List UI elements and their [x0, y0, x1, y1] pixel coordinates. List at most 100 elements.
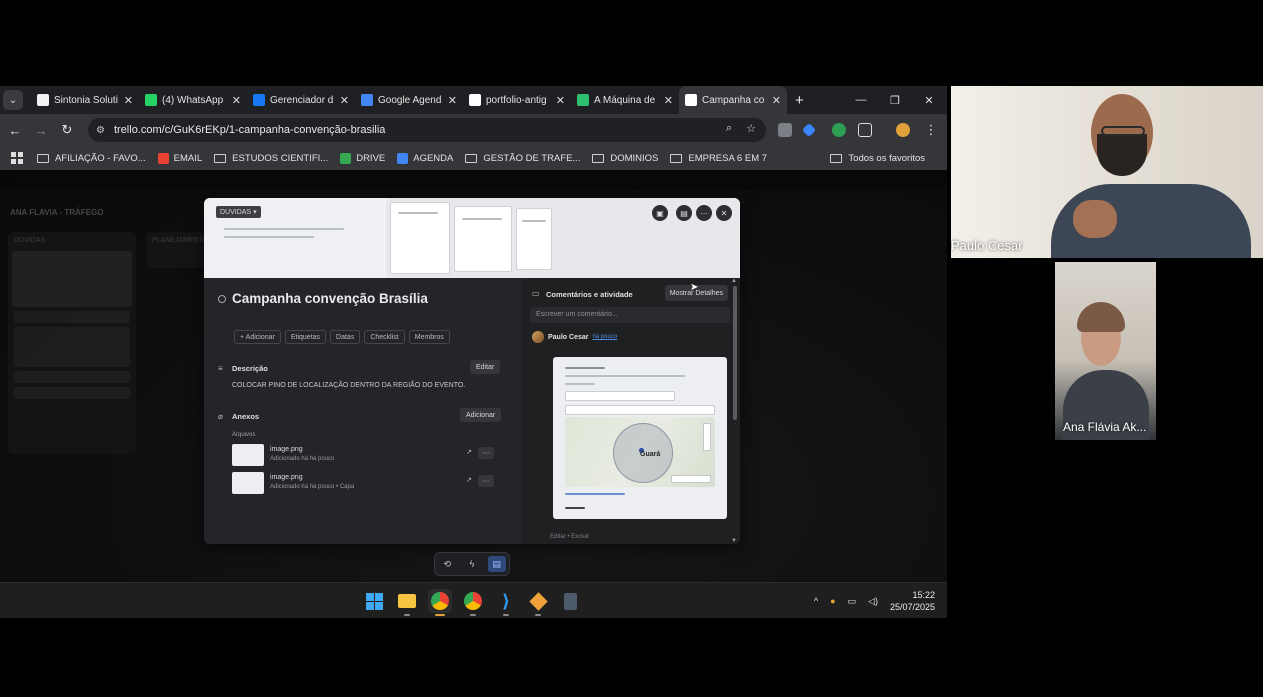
map-add-button[interactable]	[671, 475, 711, 483]
comment-input[interactable]: Escrever um comentário...	[530, 307, 730, 323]
bookmark-label: AFILIAÇÃO - FAVO...	[55, 152, 146, 164]
address-bar[interactable]: ⚙ trello.com/c/GuK6rEKp/1-campanha-conve…	[88, 118, 766, 142]
add-attachment-button[interactable]: Adicionar	[460, 408, 502, 422]
bookmark-item[interactable]: ESTUDOS CIENTIFI...	[214, 153, 328, 164]
bookmark-item[interactable]: GESTÃO DE TRAFE...	[465, 153, 580, 164]
git-icon[interactable]	[526, 589, 550, 616]
close-tab-icon[interactable]: ✕	[556, 94, 565, 107]
calculator-icon[interactable]	[558, 589, 582, 613]
card-action-button[interactable]: Checklist	[364, 330, 405, 344]
new-tab-button[interactable]: +	[795, 92, 804, 109]
chat-icon[interactable]: ▤	[487, 556, 506, 572]
description-text[interactable]: COLOCAR PINO DE LOCALIZAÇÃO DENTRO DA RE…	[232, 382, 465, 389]
close-tab-icon[interactable]: ✕	[340, 94, 349, 107]
pin-icon[interactable]: ⟲	[438, 556, 456, 572]
close-tab-icon[interactable]: ✕	[664, 94, 673, 107]
browser-tab[interactable]: Google Agend ✕	[355, 86, 463, 114]
bookmark-item[interactable]: DRIVE	[340, 152, 385, 164]
extension-icon[interactable]	[778, 123, 792, 137]
tab-search-icon[interactable]: ⌄	[3, 90, 23, 110]
browser-tab[interactable]: Sintonia Soluti ✕	[31, 86, 139, 114]
card-cover[interactable]: DUVIDAS ▾ ▣ ▤ ⋯ ✕	[204, 198, 740, 278]
folder-icon	[830, 153, 843, 163]
back-icon[interactable]: ←	[2, 117, 28, 143]
close-window-icon[interactable]: ✕	[912, 86, 946, 114]
close-tab-icon[interactable]: ✕	[232, 94, 241, 107]
system-clock[interactable]: 15:22 25/07/2025	[890, 589, 935, 613]
zoom-icon[interactable]: ⌕	[726, 122, 732, 135]
profile-avatar-icon[interactable]	[896, 123, 910, 137]
vscode-icon[interactable]: ⟩	[494, 589, 518, 616]
scroll-up-icon[interactable]: ▲	[731, 278, 737, 284]
browser-tab[interactable]: (4) WhatsApp ✕	[139, 86, 247, 114]
location-map[interactable]: Guará	[565, 417, 715, 487]
comment-image[interactable]: Guará	[553, 357, 727, 519]
participant-video-tile[interactable]: Ana Flávia Ak...	[1055, 262, 1156, 440]
bookmark-item[interactable]: EMPRESA 6 EM 7	[670, 153, 767, 164]
forward-icon[interactable]: →	[28, 117, 54, 143]
browser-tab[interactable]: A Máquina de ✕	[571, 86, 679, 114]
tray-chevron-icon[interactable]: ^	[814, 596, 818, 606]
comment-author[interactable]: Paulo Cesar	[548, 334, 588, 341]
browser-tab[interactable]: portfolio-antig ✕	[463, 86, 571, 114]
comment-time[interactable]: há pouco	[592, 334, 617, 340]
card-action-button[interactable]: Membros	[408, 330, 450, 344]
extensions-puzzle-icon[interactable]	[858, 123, 872, 137]
complete-checkbox[interactable]	[218, 295, 226, 303]
bookmark-item[interactable]: EMAIL	[157, 152, 202, 164]
reload-icon[interactable]: ↻	[54, 117, 80, 143]
close-tab-icon[interactable]: ✕	[124, 94, 133, 107]
sintonia-icon	[37, 94, 49, 106]
attachment-name[interactable]: image.png	[270, 446, 303, 453]
close-tab-icon[interactable]: ✕	[772, 94, 781, 107]
minimize-icon[interactable]: —	[844, 86, 878, 114]
open-link-icon[interactable]: ↗	[466, 448, 472, 456]
open-link-icon[interactable]: ↗	[466, 476, 472, 484]
attachment-row[interactable]: image.png Adicionado há há pouco ↗ ⋯	[232, 444, 494, 468]
attachment-row[interactable]: image.png Adicionado há há pouco • Capa ↗ ⋯	[232, 472, 494, 496]
bookmark-star-icon[interactable]: ☆	[746, 122, 756, 135]
avatar[interactable]	[532, 331, 544, 343]
attachment-more-icon[interactable]: ⋯	[478, 447, 494, 459]
microphone-icon[interactable]: ●	[830, 596, 835, 606]
file-explorer-icon[interactable]	[395, 589, 419, 616]
archive-icon[interactable]: ▤	[676, 205, 692, 221]
edit-description-button[interactable]: Editar	[470, 360, 501, 374]
card-action-button[interactable]: + Adicionar	[234, 330, 281, 344]
attachment-thumbnail[interactable]	[232, 472, 264, 494]
scroll-down-icon[interactable]: ▼	[731, 538, 737, 544]
map-zoom-controls[interactable]	[703, 423, 711, 451]
more-options-icon[interactable]: ⋯	[696, 205, 712, 221]
card-action-button[interactable]: Etiquetas	[284, 330, 327, 344]
attachment-thumbnail[interactable]	[232, 444, 264, 466]
chrome-icon[interactable]	[428, 589, 452, 616]
browser-menu-icon[interactable]: ⋮	[918, 117, 944, 143]
bookmark-item[interactable]: DOMINIOS	[592, 153, 658, 164]
bookmark-item[interactable]: AFILIAÇÃO - FAVO...	[37, 153, 146, 164]
chrome-profile-icon[interactable]	[461, 589, 485, 616]
bookmark-item[interactable]: AGENDA	[397, 152, 453, 164]
tag-extension-icon[interactable]	[801, 122, 817, 138]
participant-video-tile[interactable]: Paulo Cesar	[951, 86, 1263, 258]
apps-grid-icon[interactable]	[11, 152, 23, 164]
site-info-icon[interactable]: ⚙	[96, 125, 105, 136]
comment-actions[interactable]: Editar • Excluir	[550, 534, 589, 540]
attachment-name[interactable]: image.png	[270, 474, 303, 481]
sync-extension-icon[interactable]	[832, 123, 846, 137]
activity-scrollbar[interactable]	[733, 286, 737, 420]
volume-icon[interactable]: ◁)	[868, 596, 878, 607]
close-modal-icon[interactable]: ✕	[716, 205, 732, 221]
attachment-more-icon[interactable]: ⋯	[478, 475, 494, 487]
card-cover-icon[interactable]: ▣	[652, 205, 668, 221]
restore-icon[interactable]: ❐	[878, 86, 912, 114]
network-icon[interactable]: ▭	[848, 596, 857, 607]
lightning-icon[interactable]: ϟ	[463, 556, 481, 572]
windows-start-icon[interactable]	[362, 589, 386, 613]
card-action-button[interactable]: Datas	[330, 330, 361, 344]
card-title[interactable]: Campanha convenção Brasília	[232, 291, 428, 306]
browser-tab[interactable]: Gerenciador d ✕	[247, 86, 355, 114]
all-bookmarks[interactable]: Todos os favoritos	[830, 153, 925, 164]
browser-tab[interactable]: Campanha co ✕	[679, 86, 787, 114]
list-badge[interactable]: DUVIDAS ▾	[216, 206, 261, 218]
close-tab-icon[interactable]: ✕	[448, 94, 457, 107]
